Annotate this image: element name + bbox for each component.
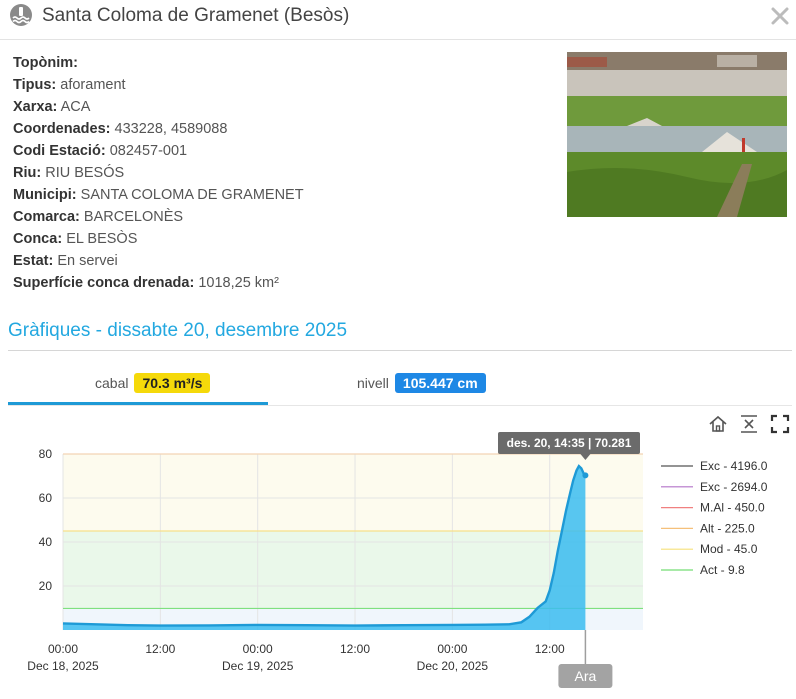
gauge-station-icon bbox=[10, 4, 32, 26]
window-header: Santa Coloma de Gramenet (Besòs) bbox=[0, 0, 796, 40]
nivell-value-badge: 105.447 cm bbox=[394, 373, 486, 393]
info-row-estat: Estat: En servei bbox=[13, 253, 118, 269]
tab-nivell-label: nivell bbox=[357, 375, 389, 391]
y-tick-label: 20 bbox=[39, 579, 53, 593]
legend-label[interactable]: Alt - 225.0 bbox=[700, 521, 755, 535]
info-row-coordenades: Coordenades: 433228, 4589088 bbox=[13, 121, 228, 137]
info-row-tipus: Tipus: aforament bbox=[13, 77, 126, 93]
x-tick-label: 00:00 bbox=[437, 642, 467, 656]
x-tick-date-label: Dec 20, 2025 bbox=[417, 659, 489, 673]
info-row-municipi: Municipi: SANTA COLOMA DE GRAMENET bbox=[13, 187, 304, 203]
legend-label[interactable]: Exc - 2694.0 bbox=[700, 480, 768, 494]
y-tick-label: 40 bbox=[39, 535, 53, 549]
info-row-toponim: Topònim: bbox=[13, 55, 78, 71]
info-row-riu: Riu: RIU BESÓS bbox=[13, 165, 125, 181]
x-tick-date-label: Dec 18, 2025 bbox=[27, 659, 99, 673]
info-row-xarxa: Xarxa: ACA bbox=[13, 99, 91, 115]
legend-label[interactable]: Exc - 4196.0 bbox=[700, 459, 768, 473]
charts-section-title: Gràfiques - dissabte 20, desembre 2025 bbox=[8, 320, 348, 341]
x-tick-label: 12:00 bbox=[145, 642, 175, 656]
legend-label[interactable]: Act - 9.8 bbox=[700, 563, 745, 577]
section-divider bbox=[8, 350, 792, 351]
info-row-comarca: Comarca: BARCELONÈS bbox=[13, 209, 184, 225]
tabs-divider bbox=[8, 405, 792, 406]
now-marker-label: Ara bbox=[575, 668, 597, 684]
x-tick-label: 12:00 bbox=[535, 642, 565, 656]
station-info: Topònim: Tipus: aforament Xarxa: ACA Coo… bbox=[13, 52, 304, 294]
info-row-codi: Codi Estació: 082457-001 bbox=[13, 143, 188, 159]
cabal-value-badge: 70.3 m³/s bbox=[134, 373, 211, 393]
x-tick-label: 00:00 bbox=[243, 642, 273, 656]
legend-label[interactable]: M.Al - 450.0 bbox=[700, 501, 765, 515]
info-row-conca: Conca: EL BESÒS bbox=[13, 231, 138, 247]
hover-point bbox=[582, 472, 589, 479]
tab-cabal-label: cabal bbox=[95, 375, 129, 391]
x-tick-date-label: Dec 19, 2025 bbox=[222, 659, 294, 673]
close-icon[interactable] bbox=[769, 5, 791, 27]
station-photo[interactable] bbox=[567, 52, 787, 217]
y-tick-label: 80 bbox=[39, 447, 53, 461]
chart-tooltip-text: des. 20, 14:35 | 70.281 bbox=[507, 436, 632, 450]
tab-nivell[interactable]: nivell 105.447 cm bbox=[357, 373, 486, 397]
threshold-band bbox=[63, 454, 643, 531]
x-tick-label: 12:00 bbox=[340, 642, 370, 656]
y-tick-label: 60 bbox=[39, 491, 53, 505]
tab-cabal[interactable]: cabal 70.3 m³/s bbox=[95, 373, 211, 397]
info-row-superficie: Superfície conca drenada: 1018,25 km² bbox=[13, 275, 279, 291]
x-tick-label: 00:00 bbox=[48, 642, 78, 656]
legend-label[interactable]: Mod - 45.0 bbox=[700, 542, 758, 556]
cabal-chart: 20 40 60 80 00:00 Dec 18, 2025 12:00 00:00 Dec 1… bbox=[27, 432, 768, 688]
station-title: Santa Coloma de Gramenet (Besòs) bbox=[42, 5, 350, 26]
